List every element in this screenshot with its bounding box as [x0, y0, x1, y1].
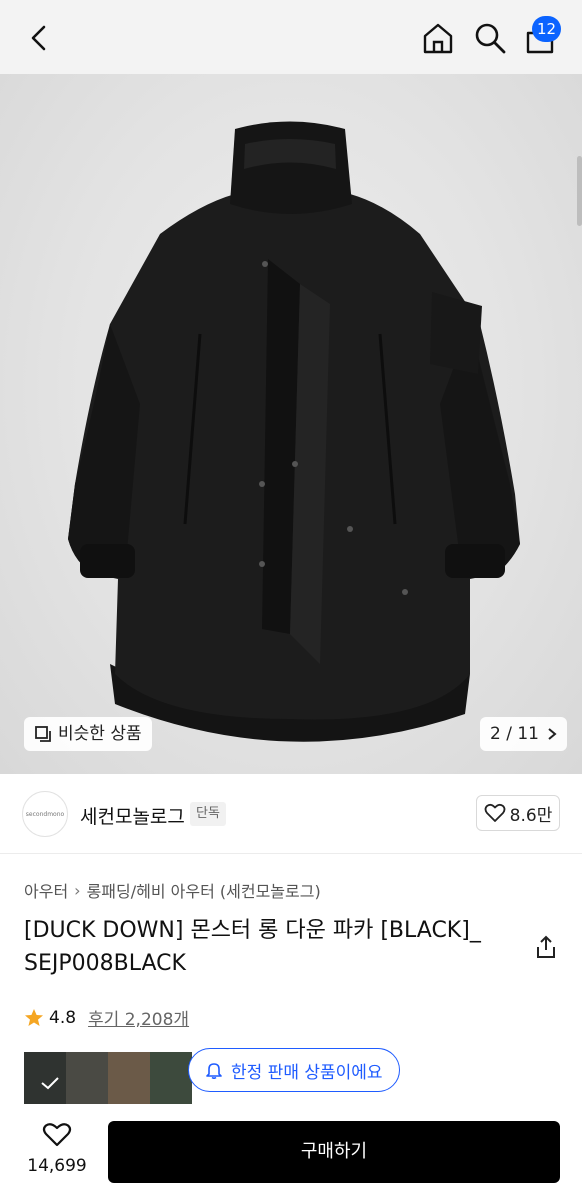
- brand-like-button[interactable]: 8.6만: [476, 795, 560, 831]
- share-icon[interactable]: [533, 934, 559, 960]
- brand-row: secondmono 세컨모놀로그 단독 8.6만: [0, 774, 582, 854]
- product-title: [DUCK DOWN] 몬스터 롱 다운 파카 [BLACK]_ SEJP008…: [24, 918, 481, 976]
- brand-like-count: 8.6만: [509, 805, 553, 826]
- breadcrumb-chevron-icon: ›: [74, 880, 81, 900]
- heart-icon: [42, 1123, 72, 1147]
- similar-products-label: 비슷한 상품: [58, 724, 142, 744]
- back-arrow-icon[interactable]: [24, 22, 56, 54]
- breadcrumb-subcategory[interactable]: 롱패딩/헤비 아우터 (세컨모놀로그): [87, 878, 321, 902]
- home-icon[interactable]: [420, 20, 456, 56]
- cart-count-badge: 12: [532, 16, 562, 42]
- brand-name[interactable]: 세컨모놀로그: [80, 802, 185, 829]
- product-image-carousel[interactable]: [0, 74, 582, 774]
- heart-icon: [484, 803, 506, 822]
- top-bar: 12: [0, 0, 582, 74]
- search-icon[interactable]: [472, 20, 508, 56]
- check-icon: [41, 1077, 59, 1090]
- wishlist-count: 14,699: [27, 1156, 87, 1176]
- limited-sale-label: 한정 판매 상품이에요: [231, 1062, 383, 1083]
- wishlist-button[interactable]: 14,699: [18, 1122, 96, 1176]
- exclusive-tag: 단독: [190, 802, 226, 826]
- bottom-action-bar: 14,699 구매하기: [0, 1104, 582, 1200]
- similar-products-button[interactable]: 비슷한 상품: [24, 717, 152, 751]
- limited-sale-badge: 한정 판매 상품이에요: [188, 1048, 400, 1092]
- brand-logo[interactable]: secondmono: [22, 791, 68, 837]
- scroll-indicator: [577, 156, 582, 226]
- rating-row: 4.8 후기 2,208개: [24, 1005, 189, 1030]
- breadcrumb: 아우터 › 롱패딩/헤비 아우터 (세컨모놀로그): [24, 878, 321, 902]
- similar-products-icon: [35, 726, 51, 742]
- bell-icon: [206, 1063, 222, 1079]
- star-icon: [25, 1008, 43, 1026]
- chevron-right-icon: [548, 728, 557, 740]
- review-count-link[interactable]: 후기 2,208개: [88, 1005, 189, 1030]
- image-counter: 2 / 11: [490, 724, 539, 744]
- buy-button[interactable]: 구매하기: [108, 1121, 560, 1183]
- option-thumbnail[interactable]: [24, 1052, 192, 1104]
- rating-score: 4.8: [49, 1007, 77, 1028]
- product-image: [68, 121, 520, 742]
- breadcrumb-category[interactable]: 아우터: [24, 878, 68, 902]
- image-counter-button[interactable]: 2 / 11: [480, 717, 567, 751]
